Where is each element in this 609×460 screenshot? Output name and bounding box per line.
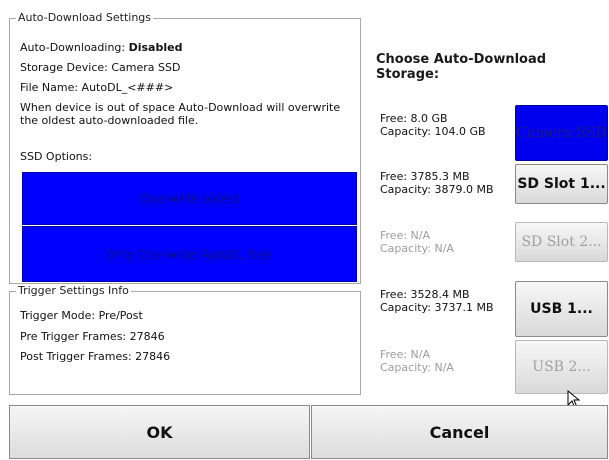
storage-device-text: Storage Device: Camera SSD (20, 61, 181, 74)
device-info-usb-2: Free: N/A Capacity: N/A (380, 348, 454, 374)
capacity-text: Capacity: 104.0 GB (380, 125, 486, 138)
capacity-text: Capacity: N/A (380, 361, 454, 374)
capacity-text: Capacity: 3879.0 MB (380, 183, 494, 196)
sd-slot-2-button[interactable]: SD Slot 2... (515, 222, 608, 262)
auto-downloading-value: Disabled (128, 41, 183, 54)
free-space-text: Free: 3785.3 MB (380, 170, 470, 183)
capacity-text: Capacity: N/A (380, 242, 454, 255)
device-info-usb-1: Free: 3528.4 MB Capacity: 3737.1 MB (380, 288, 494, 314)
warning-text-line2: the oldest auto-downloaded file. (20, 114, 199, 127)
trigger-settings-title: Trigger Settings Info (16, 284, 131, 298)
overwrite-oldest-button[interactable]: Overwrite oldest (22, 172, 357, 225)
only-overwrite-autodl-button[interactable]: Only Overwrite AutoDL files (22, 226, 357, 282)
usb-2-button[interactable]: USB 2... (515, 340, 608, 394)
auto-download-settings-title: Auto-Download Settings (16, 11, 154, 25)
auto-download-settings-group: Auto-Download Settings Auto-Downloading:… (9, 11, 361, 284)
free-space-text: Free: N/A (380, 229, 431, 242)
trigger-settings-group: Trigger Settings Info Trigger Mode: Pre/… (9, 284, 361, 395)
usb-1-button[interactable]: USB 1... (515, 281, 608, 337)
trigger-mode-text: Trigger Mode: Pre/Post (20, 309, 143, 322)
post-trigger-frames-text: Post Trigger Frames: 27846 (20, 350, 171, 363)
auto-downloading-status: Auto-Downloading: Disabled (20, 41, 182, 54)
free-space-text: Free: N/A (380, 348, 431, 361)
cancel-button[interactable]: Cancel (311, 405, 608, 459)
ok-button[interactable]: OK (9, 405, 310, 459)
device-info-sd-slot-2: Free: N/A Capacity: N/A (380, 229, 454, 255)
device-info-camera-ssd: Free: 8.0 GB Capacity: 104.0 GB (380, 112, 486, 138)
free-space-text: Free: 8.0 GB (380, 112, 448, 125)
pre-trigger-frames-text: Pre Trigger Frames: 27846 (20, 330, 165, 343)
choose-storage-title: Choose Auto-Download Storage: (376, 52, 547, 82)
camera-ssd-button[interactable]: Camera SSD (515, 105, 608, 161)
warning-text-line1: When device is out of space Auto-Downloa… (20, 101, 341, 114)
auto-downloading-label: Auto-Downloading: (20, 41, 126, 54)
device-info-sd-slot-1: Free: 3785.3 MB Capacity: 3879.0 MB (380, 170, 494, 196)
file-name-text: File Name: AutoDL_<###> (20, 81, 174, 94)
capacity-text: Capacity: 3737.1 MB (380, 301, 494, 314)
ssd-options-label: SSD Options: (20, 150, 93, 163)
sd-slot-1-button[interactable]: SD Slot 1... (515, 164, 608, 204)
free-space-text: Free: 3528.4 MB (380, 288, 470, 301)
